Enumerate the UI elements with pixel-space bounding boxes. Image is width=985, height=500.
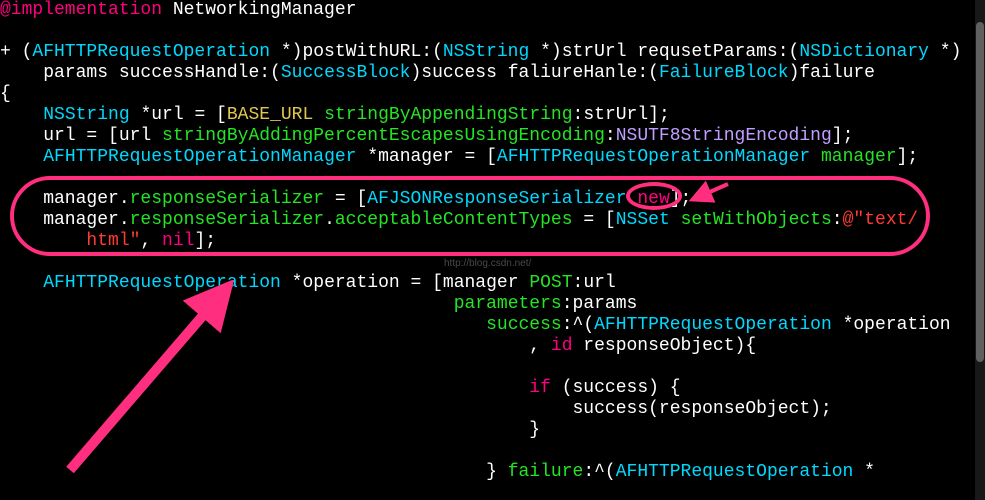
code-editor-content: @implementation NetworkingManager + (AFH… xyxy=(0,0,985,483)
token-keyword: @implementation xyxy=(0,0,162,20)
scrollbar-thumb[interactable] xyxy=(976,22,984,362)
vertical-scrollbar[interactable] xyxy=(975,0,985,500)
